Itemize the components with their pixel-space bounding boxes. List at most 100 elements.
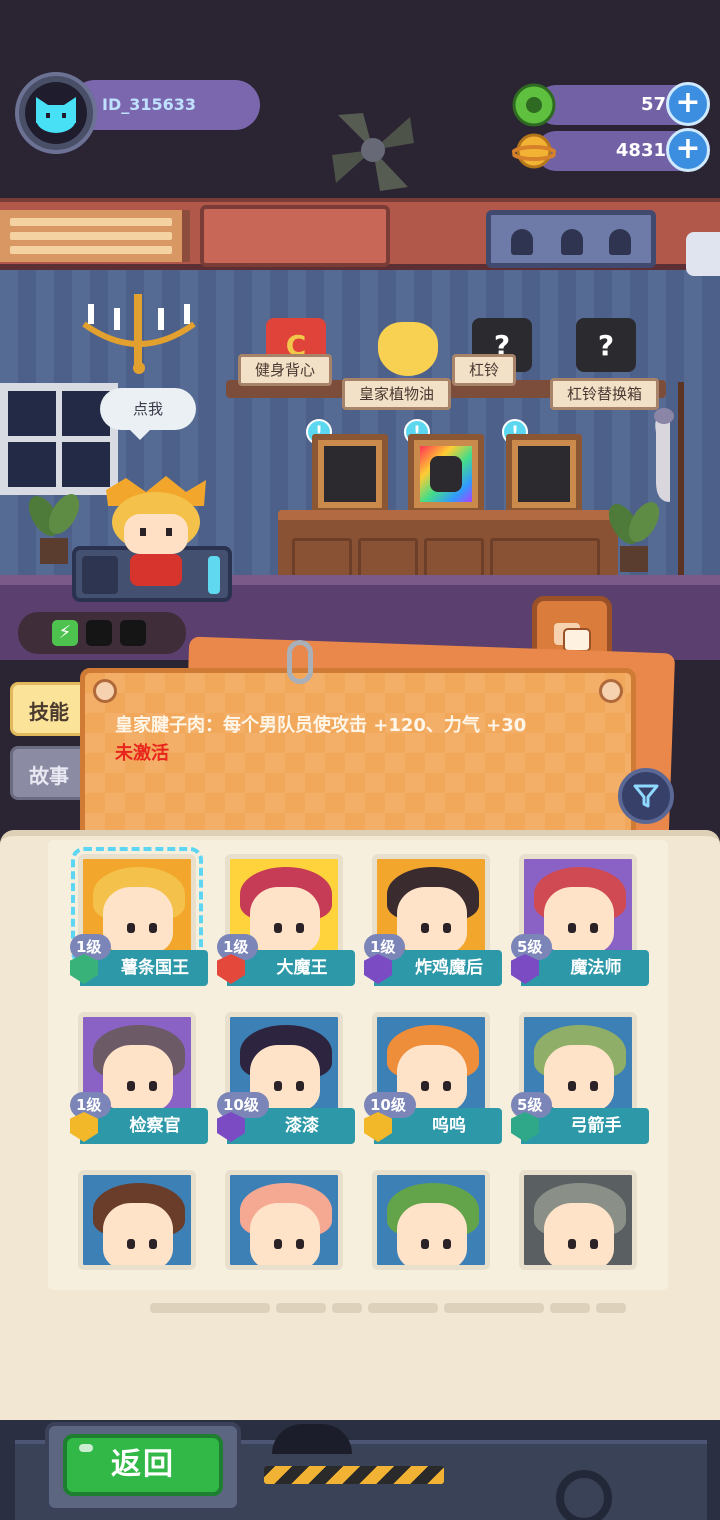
energy-cell-empty — [86, 620, 112, 646]
character-level: 5级 — [511, 934, 553, 960]
avatar[interactable] — [15, 72, 97, 154]
collection-frame[interactable] — [312, 434, 388, 514]
filter-button[interactable] — [618, 768, 674, 824]
green-gem-icon — [512, 83, 556, 127]
player-id: ID_315633 — [70, 80, 260, 130]
coat-rack-icon — [654, 382, 684, 602]
wheel — [556, 1470, 612, 1520]
character-face — [103, 1045, 173, 1111]
character-card[interactable]: 炸鸡魔后 1级 — [364, 854, 502, 990]
character-face — [103, 1203, 173, 1265]
energy-bar: ⚡ — [18, 612, 186, 654]
machine-box — [200, 205, 390, 267]
character-level: 5级 — [511, 1092, 553, 1118]
shelf-item-label: 杠铃 — [452, 354, 517, 386]
character-card[interactable]: 薯条国王 1级 — [70, 847, 208, 990]
character-eye — [296, 923, 304, 933]
character-eye — [568, 923, 576, 933]
character-eye — [127, 1239, 135, 1249]
royal-oil-bottle-icon[interactable] — [378, 322, 438, 376]
character-level: 10级 — [364, 1092, 416, 1118]
ghost-panel — [486, 210, 656, 268]
character-face — [250, 1203, 320, 1265]
rivet — [599, 679, 623, 703]
character-eye — [421, 923, 429, 933]
hazard-stripe — [264, 1466, 444, 1484]
character-eye — [568, 1239, 576, 1249]
shelf-item-label: 杠铃替换箱 — [550, 378, 660, 410]
character-card[interactable]: 魔法师 5级 — [511, 854, 649, 990]
tap-me-bubble[interactable]: 点我 — [100, 388, 196, 440]
collection-frame[interactable] — [506, 434, 582, 514]
character-card[interactable] — [217, 1170, 352, 1270]
character-portrait — [225, 1170, 343, 1270]
tab-story[interactable]: 故事 — [10, 746, 88, 800]
currency-gold: 4831 + — [536, 128, 710, 172]
character-level: 1级 — [70, 934, 112, 960]
character-face — [544, 1045, 614, 1111]
character-card[interactable] — [70, 1170, 205, 1270]
character-eye — [443, 1081, 451, 1091]
character-level: 10级 — [217, 1092, 269, 1118]
add-gold-button[interactable]: + — [666, 128, 710, 172]
gold-count: 4831 — [615, 140, 666, 161]
character-eye — [127, 923, 135, 933]
gem-count: 57 — [640, 94, 666, 115]
skill-description: 皇家腱子肉：每个男队员使攻击 +120、力气 +30 — [115, 715, 527, 736]
character-portrait — [519, 1170, 637, 1270]
air-vent — [0, 210, 190, 262]
character-portrait — [78, 1170, 196, 1270]
character-grid: 薯条国王 1级 大魔王 1级 炸鸡魔后 1级 魔法师 5级检察官 1级 漆漆 10级 呜呜 10级 弓箭手… — [70, 847, 660, 1270]
character-face — [397, 887, 467, 953]
paper-clip-icon — [287, 640, 313, 684]
character-face — [397, 1203, 467, 1265]
character-grid-page: 薯条国王 1级 大魔王 1级 炸鸡魔后 1级 魔法师 5级检察官 1级 漆漆 10级 呜呜 10级 弓箭手… — [48, 840, 668, 1290]
character-face — [544, 1203, 614, 1265]
energy-cell-full-icon: ⚡ — [52, 620, 78, 646]
character-eye — [590, 1081, 598, 1091]
character-card[interactable]: 弓箭手 5级 — [511, 1012, 649, 1148]
ghost-icon — [511, 229, 533, 255]
cat-avatar-icon — [36, 97, 76, 133]
character-eye — [127, 1081, 135, 1091]
character-face — [544, 887, 614, 953]
side-drawer-handle[interactable] — [686, 232, 720, 276]
add-gem-button[interactable]: + — [666, 82, 710, 126]
character-card[interactable]: 检察官 1级 — [70, 1012, 208, 1148]
character-eye — [274, 1239, 282, 1249]
character-eye — [149, 923, 157, 933]
character-eye — [590, 923, 598, 933]
character-eye — [443, 923, 451, 933]
character-card[interactable] — [511, 1170, 646, 1270]
character-eye — [421, 1239, 429, 1249]
character-portrait — [372, 1170, 490, 1270]
character-eye — [443, 1239, 451, 1249]
character-card[interactable] — [364, 1170, 499, 1270]
rivet — [93, 679, 117, 703]
character-eye — [568, 1081, 576, 1091]
gold-planet-icon — [512, 133, 556, 169]
hero-character[interactable] — [96, 470, 216, 590]
character-eye — [274, 923, 282, 933]
skill-card: 皇家腱子肉：每个男队员使攻击 +120、力气 +30 未激活 — [80, 668, 636, 840]
character-eye — [149, 1239, 157, 1249]
unknown-case-icon[interactable]: ? — [576, 318, 636, 372]
character-card[interactable]: 漆漆 10级 — [217, 1012, 355, 1148]
character-face — [103, 887, 173, 953]
character-eye — [421, 1081, 429, 1091]
tab-skill[interactable]: 技能 — [10, 682, 88, 736]
ceiling-fan-icon — [332, 113, 414, 191]
character-eye — [296, 1239, 304, 1249]
chandelier-icon — [82, 294, 196, 374]
back-button[interactable]: 返回 — [63, 1434, 223, 1496]
currency-gem: 57 + — [536, 82, 710, 126]
collection-frame[interactable] — [408, 434, 484, 514]
character-level: 1级 — [364, 934, 406, 960]
energy-cell-empty — [120, 620, 146, 646]
blurred-footer-text — [150, 1300, 650, 1316]
shelf-item-label: 皇家植物油 — [342, 378, 452, 410]
character-eye — [590, 1239, 598, 1249]
character-eye — [274, 1081, 282, 1091]
character-card[interactable]: 大魔王 1级 — [217, 854, 355, 990]
character-card[interactable]: 呜呜 10级 — [364, 1012, 502, 1148]
